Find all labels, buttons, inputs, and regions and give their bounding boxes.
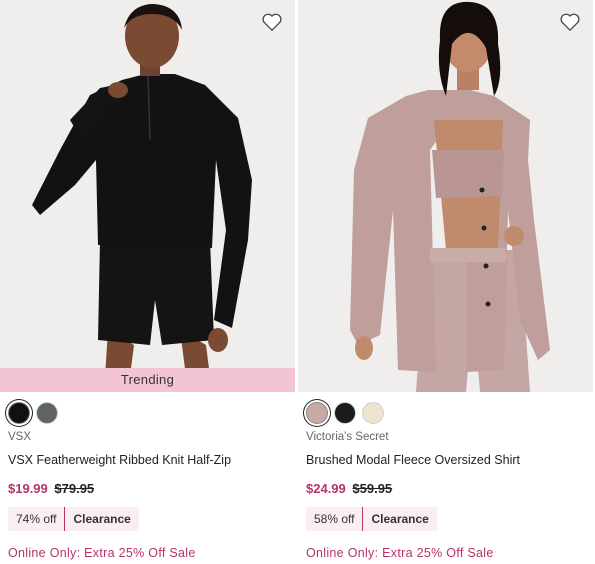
swatch-cream[interactable]	[362, 402, 384, 424]
product-name[interactable]: VSX Featherweight Ribbed Knit Half-Zip	[0, 452, 295, 468]
swatch-black[interactable]	[8, 402, 30, 424]
original-price: $79.95	[54, 481, 95, 496]
clearance-badge: Clearance	[362, 507, 436, 531]
model-photo	[0, 0, 295, 392]
discount-badges: 58% off Clearance	[306, 507, 437, 531]
product-image[interactable]	[298, 0, 593, 392]
promo-text: Online Only: Extra 25% Off Sale	[306, 546, 494, 560]
color-swatches	[298, 392, 593, 426]
product-image[interactable]: Trending	[0, 0, 295, 392]
discount-badge: 74% off	[16, 512, 57, 526]
sale-price: $24.99	[306, 481, 346, 496]
heart-outline-icon[interactable]	[261, 12, 283, 32]
discount-badge: 58% off	[314, 512, 355, 526]
sale-price: $19.99	[8, 481, 48, 496]
discount-badges: 74% off Clearance	[8, 507, 139, 531]
model-photo	[298, 0, 593, 392]
clearance-badge: Clearance	[64, 507, 138, 531]
price-row: $24.99 $59.95	[298, 481, 593, 497]
product-brand: VSX	[8, 431, 32, 443]
swatch-grey[interactable]	[36, 402, 58, 424]
price-row: $19.99 $79.95	[0, 481, 295, 497]
trending-badge: Trending	[0, 368, 295, 392]
original-price: $59.95	[352, 481, 393, 496]
product-brand: Victoria's Secret	[306, 431, 389, 443]
product-card[interactable]: Trending VSX VSX Featherweight Ribbed Kn…	[0, 0, 295, 561]
color-swatches	[0, 392, 295, 426]
promo-text: Online Only: Extra 25% Off Sale	[8, 546, 196, 560]
product-card[interactable]: Victoria's Secret Brushed Modal Fleece O…	[298, 0, 593, 561]
swatch-black[interactable]	[334, 402, 356, 424]
swatch-mauve[interactable]	[306, 402, 328, 424]
heart-outline-icon[interactable]	[559, 12, 581, 32]
product-name[interactable]: Brushed Modal Fleece Oversized Shirt	[298, 452, 593, 468]
